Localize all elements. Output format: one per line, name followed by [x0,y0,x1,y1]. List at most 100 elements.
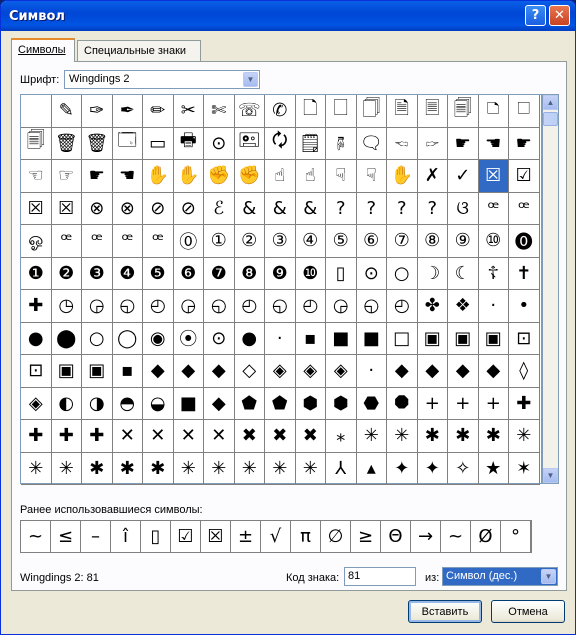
symbol-cell[interactable]: 🖙 [417,127,448,160]
symbol-cell[interactable]: ? [326,192,357,225]
symbol-cell[interactable]: ☛ [82,160,113,193]
symbol-cell[interactable]: ◶ [326,290,357,323]
recent-symbol-cell[interactable]: ° [501,521,531,552]
symbol-cell[interactable]: ▪ [112,355,143,388]
symbol-cell[interactable]: · [478,290,509,323]
symbol-cell[interactable]: ☚ [478,127,509,160]
symbol-cell[interactable]: ✳ [265,452,296,485]
symbol-cell[interactable]: ✱ [82,452,113,485]
symbol-cell[interactable]: ★ [478,452,509,485]
symbol-cell[interactable]: ① [204,225,235,258]
symbol-cell[interactable]: ☑ [509,160,540,193]
symbol-cell[interactable]: & [295,192,326,225]
symbol-cell[interactable]: & [265,192,296,225]
symbol-cell[interactable]: ☦ [478,257,509,290]
symbol-cell[interactable]: ✋ [143,160,174,193]
symbol-cell[interactable]: ◒ [143,387,174,420]
recent-symbol-cell[interactable]: ∅ [321,521,351,552]
symbol-cell[interactable] [21,95,52,128]
symbol-cell[interactable]: ✏ [143,95,174,128]
symbol-cell[interactable]: ◈ [295,355,326,388]
symbol-cell[interactable]: 🗑 [82,127,113,160]
symbol-cell[interactable]: ✚ [21,420,52,453]
symbol-cell[interactable]: ◓ [112,387,143,420]
symbol-cell[interactable]: ☛ [509,127,540,160]
symbol-cell[interactable]: ● [21,322,52,355]
symbol-cell[interactable]: ② [234,225,265,258]
symbol-cell[interactable]: ▴ [356,452,387,485]
chevron-down-icon[interactable]: ▼ [541,569,556,584]
symbol-cell[interactable]: ❹ [112,257,143,290]
grid-scrollbar[interactable]: ▲ ▼ [542,94,559,484]
symbol-cell[interactable]: ✕ [204,420,235,453]
symbol-cell[interactable]: ℰ [204,192,235,225]
symbol-cell[interactable]: ◵ [356,290,387,323]
symbol-cell[interactable]: ⑩ [478,225,509,258]
symbol-cell[interactable]: ❼ [204,257,235,290]
symbol-cell[interactable]: 🖶 [173,127,204,160]
recent-symbol-cell[interactable]: î [111,521,141,552]
symbol-cell[interactable]: 🗒 [295,127,326,160]
symbol-cell[interactable]: ⬢ [326,387,357,420]
font-select[interactable]: Wingdings 2 ▼ [64,70,260,89]
recent-symbol-cell[interactable]: → [411,521,441,552]
symbol-cell[interactable]: ⑦ [387,225,418,258]
symbol-cell[interactable]: ⬢ [295,387,326,420]
symbol-cell[interactable]: ⓪ [173,225,204,258]
symbol-cell[interactable]: 🗑 [51,127,82,160]
scroll-up-icon[interactable]: ▲ [543,95,558,110]
symbol-cell[interactable]: ❸ [82,257,113,290]
symbol-cell[interactable]: ✕ [173,420,204,453]
symbol-cell[interactable]: ✚ [51,420,82,453]
symbol-cell[interactable]: ✒ [112,95,143,128]
symbol-cell[interactable]: ◆ [478,355,509,388]
symbol-cell[interactable]: ⊙ [204,127,235,160]
symbol-cell[interactable]: ✳ [21,452,52,485]
symbol-cell[interactable]: ◉ [143,322,174,355]
close-button[interactable]: ✕ [549,5,570,26]
symbol-cell[interactable]: ◆ [143,355,174,388]
symbol-cell[interactable]: ✖ [265,420,296,453]
symbol-cell[interactable]: ✚ [509,387,540,420]
symbol-cell[interactable]: ◵ [265,290,296,323]
symbol-cell[interactable]: ✖ [234,420,265,453]
symbol-cell[interactable]: ◆ [387,355,418,388]
symbol-cell[interactable]: ✦ [387,452,418,485]
symbol-cell[interactable]: ■ [356,322,387,355]
symbol-cell[interactable]: ✤ [417,290,448,323]
symbol-cell[interactable]: ⊙ [356,257,387,290]
symbol-cell[interactable]: ꟹ [478,192,509,225]
symbol-cell[interactable]: + [448,387,479,420]
symbol-cell[interactable]: 🗔 [112,127,143,160]
symbol-cell[interactable]: □ [387,322,418,355]
symbol-cell[interactable]: 🗘 [265,127,296,160]
tab-special-chars[interactable]: Специальные знаки [77,40,201,62]
symbol-cell[interactable]: ⬟ [234,387,265,420]
symbol-cell[interactable]: ⦿ [173,322,204,355]
symbol-cell[interactable]: ⓿ [509,225,540,258]
symbol-cell[interactable]: 🗍 [356,95,387,128]
recent-symbol-cell[interactable]: ≤ [51,521,81,552]
symbol-cell[interactable]: ✄ [204,95,235,128]
recent-symbol-cell[interactable]: Ø [471,521,501,552]
recent-symbol-cell[interactable]: – [81,521,111,552]
cancel-button[interactable]: Отмена [491,600,565,623]
symbol-cell[interactable]: · [356,355,387,388]
symbol-cell[interactable]: ◶ [173,290,204,323]
recent-symbol-cell[interactable]: ☑ [171,521,201,552]
symbol-cell[interactable]: ✕ [143,420,174,453]
recent-symbol-cell[interactable]: ▯ [141,521,171,552]
symbol-cell[interactable]: ⑤ [326,225,357,258]
symbol-cell[interactable]: 🗨 [356,127,387,160]
symbol-cell[interactable]: ⊘ [173,192,204,225]
symbol-cell[interactable]: + [478,387,509,420]
symbol-cell[interactable]: ✧ [448,452,479,485]
symbol-cell[interactable]: ◆ [448,355,479,388]
symbol-cell[interactable]: ◆ [417,355,448,388]
symbol-cell[interactable]: ▣ [478,322,509,355]
symbol-cell[interactable]: ☾ [448,257,479,290]
symbol-cell[interactable]: ☒ [478,160,509,193]
symbol-cell[interactable]: ◯ [112,322,143,355]
symbol-cell[interactable]: ⊡ [21,355,52,388]
symbol-cell[interactable]: 🗌 [326,95,357,128]
